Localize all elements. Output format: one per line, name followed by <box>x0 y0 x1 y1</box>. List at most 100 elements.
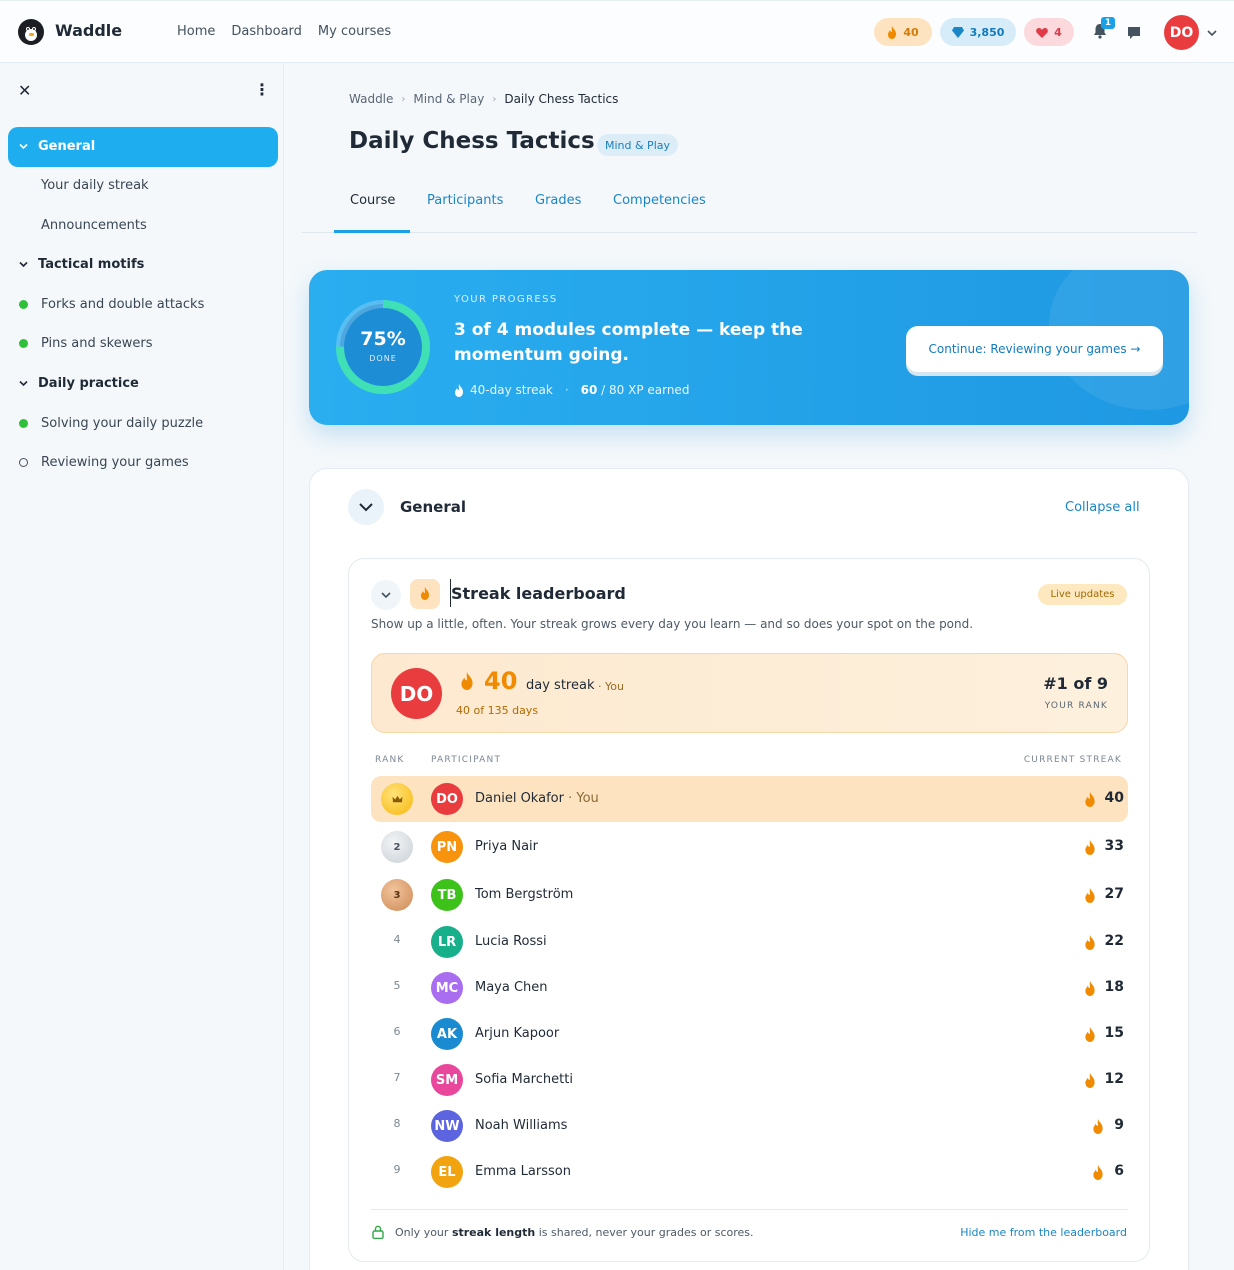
section-general: General Collapse all Streak leaderboard … <box>309 468 1189 1270</box>
streak-leaderboard-card: Streak leaderboard Live updates Show up … <box>348 558 1150 1262</box>
streak-value: 33 <box>1104 838 1124 854</box>
chevron-right-icon: › <box>492 93 497 105</box>
collapse-all-link[interactable]: Collapse all <box>1065 500 1140 515</box>
tab-competencies[interactable]: Competencies <box>613 193 706 208</box>
streak-days-progress: 40 of 135 days <box>456 704 539 717</box>
gems-pill[interactable]: 3,850 <box>940 18 1016 46</box>
notification-badge: 1 <box>1101 17 1115 29</box>
your-streak-summary: DO 40 day streak · You 40 of 135 days #1… <box>371 653 1128 733</box>
continue-button[interactable]: Continue: Reviewing your games → <box>906 326 1163 372</box>
sidebar-item-daily-puzzle[interactable]: Solving your daily puzzle <box>8 404 278 444</box>
progress-card: 75% DONE YOUR PROGRESS 3 of 4 modules co… <box>309 270 1189 425</box>
table-row[interactable]: 6 AK Arjun Kapoor 15 <box>371 1011 1128 1057</box>
main-nav: Home Dashboard My courses <box>177 24 391 39</box>
column-header-rank: RANK <box>375 755 405 765</box>
chevron-down-icon[interactable] <box>1206 27 1218 39</box>
category-badge[interactable]: Mind & Play <box>597 134 678 156</box>
rank-number: 4 <box>393 933 401 946</box>
hearts-pill[interactable]: 4 <box>1024 18 1074 46</box>
avatar: LR <box>431 926 463 958</box>
sidebar-item-label: General <box>38 139 96 154</box>
sidebar-item-label: Forks and double attacks <box>41 297 205 312</box>
privacy-footnote: Only your streak length is shared, never… <box>395 1226 754 1239</box>
section-title: General <box>400 498 466 516</box>
table-row[interactable]: DO Daniel Okafor · You 40 <box>371 776 1128 822</box>
your-rank-label: YOUR RANK <box>1044 701 1108 711</box>
section-toggle[interactable] <box>348 489 384 525</box>
participant-name: Tom Bergström <box>475 887 573 902</box>
participant-name: Noah Williams <box>475 1118 567 1133</box>
sidebar-item-pins[interactable]: Pins and skewers <box>8 324 278 364</box>
flame-icon <box>1084 1027 1096 1042</box>
avatar: DO <box>431 783 463 815</box>
streak-value: 18 <box>1104 979 1124 995</box>
penguin-logo-icon[interactable] <box>18 19 44 45</box>
activity-toggle[interactable] <box>371 580 401 610</box>
close-icon[interactable]: ✕ <box>18 81 31 100</box>
nav-home[interactable]: Home <box>177 24 215 39</box>
streak-value: 6 <box>1114 1163 1124 1179</box>
avatar: PN <box>431 831 463 863</box>
participant-name: Sofia Marchetti <box>475 1072 573 1087</box>
sidebar-item-general[interactable]: General <box>8 127 278 167</box>
breadcrumb-item[interactable]: Waddle <box>349 92 393 106</box>
streak-pill[interactable]: 40 <box>874 18 932 46</box>
flame-icon <box>1092 1165 1104 1180</box>
table-row[interactable]: 8 NW Noah Williams 9 <box>371 1103 1128 1149</box>
nav-my-courses[interactable]: My courses <box>318 24 391 39</box>
rank-number: 3 <box>393 889 401 901</box>
chevron-right-icon: › <box>401 93 406 105</box>
chevron-down-icon[interactable] <box>18 259 29 270</box>
sidebar-item-label: Daily practice <box>38 376 139 391</box>
table-row[interactable]: 4 LR Lucia Rossi 22 <box>371 919 1128 965</box>
table-row[interactable]: 2 PN Priya Nair 33 <box>371 824 1128 870</box>
table-row[interactable]: 7 SM Sofia Marchetti 12 <box>371 1057 1128 1103</box>
sidebar-item-tactical-motifs[interactable]: Tactical motifs <box>8 245 278 285</box>
streak-value: 40 <box>1104 790 1124 806</box>
flame-icon <box>455 383 463 397</box>
progress-done-label: DONE <box>369 354 397 363</box>
participant-name-text: Arjun Kapoor <box>475 1026 560 1041</box>
participant-name: Lucia Rossi <box>475 934 547 949</box>
kebab-icon[interactable]: ⋮ <box>254 80 270 99</box>
course-index-sidebar: ✕ ⋮ General Your daily streak Announceme… <box>0 63 284 1270</box>
table-row[interactable]: 9 EL Emma Larsson 6 <box>371 1149 1128 1195</box>
leaderboard-title[interactable]: Streak leaderboard <box>451 584 626 603</box>
gems-count: 3,850 <box>969 25 1005 39</box>
sidebar-item-daily-practice[interactable]: Daily practice <box>8 364 278 404</box>
nav-dashboard[interactable]: Dashboard <box>231 24 302 39</box>
breadcrumb-item[interactable]: Mind & Play <box>413 92 484 106</box>
table-row[interactable]: 5 MC Maya Chen 18 <box>371 965 1128 1011</box>
sidebar-item-your-daily-streak[interactable]: Your daily streak <box>8 166 278 206</box>
course-tabs: Course Participants Grades Competencies <box>302 184 1197 233</box>
tab-grades[interactable]: Grades <box>535 193 581 208</box>
rank-medal: 3 <box>381 879 413 911</box>
chat-icon[interactable] <box>1126 25 1142 41</box>
participant-name-text: Daniel Okafor <box>475 791 564 806</box>
leaderboard-description: Show up a little, often. Your streak gro… <box>371 617 974 631</box>
tab-participants[interactable]: Participants <box>427 193 503 208</box>
progress-percent: 75% <box>360 328 406 350</box>
flame-icon <box>1084 935 1096 950</box>
sidebar-item-forks[interactable]: Forks and double attacks <box>8 285 278 325</box>
hide-from-leaderboard-link[interactable]: Hide me from the leaderboard <box>960 1226 1127 1239</box>
footnote-pre: Only your <box>395 1226 452 1239</box>
flame-icon <box>421 587 429 600</box>
avatar: DO <box>391 668 442 719</box>
chevron-down-icon[interactable] <box>18 141 29 152</box>
footnote-post: is shared, never your grades or scores. <box>535 1226 754 1239</box>
table-row[interactable]: 3 TB Tom Bergström 27 <box>371 872 1128 918</box>
chevron-down-icon[interactable] <box>18 378 29 389</box>
sidebar-item-label: Solving your daily puzzle <box>41 416 204 431</box>
progress-streak-text: 40-day streak <box>470 383 553 397</box>
flame-icon <box>1092 1119 1104 1134</box>
active-tab-indicator <box>334 230 410 233</box>
sidebar-item-announcements[interactable]: Announcements <box>8 206 278 246</box>
participant-name: Priya Nair <box>475 839 538 854</box>
tab-course[interactable]: Course <box>350 193 395 208</box>
user-avatar[interactable]: DO <box>1164 15 1199 50</box>
brand-name[interactable]: Waddle <box>55 21 122 40</box>
sidebar-item-reviewing-games[interactable]: Reviewing your games <box>8 443 278 483</box>
flame-icon <box>888 25 897 39</box>
footnote-strong: streak length <box>451 1226 536 1239</box>
